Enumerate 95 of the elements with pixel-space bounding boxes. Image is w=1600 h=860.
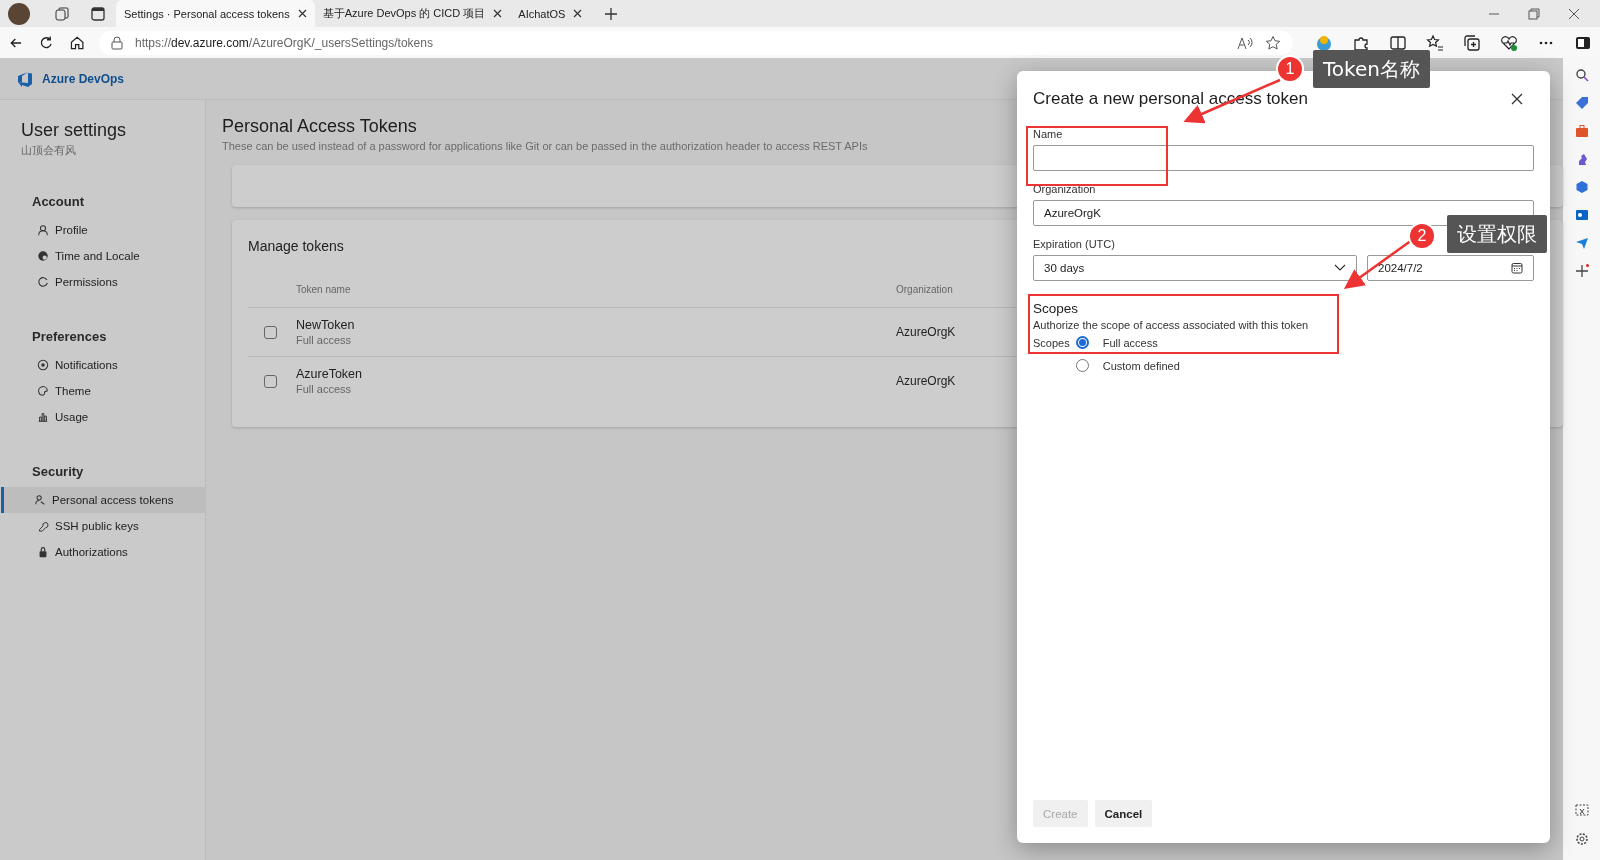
section-heading: Account — [32, 194, 85, 209]
favorite-star-icon[interactable] — [1265, 34, 1281, 51]
item-label: Theme — [55, 385, 91, 397]
close-tab-icon[interactable] — [493, 9, 503, 18]
item-label: Notifications — [55, 359, 118, 371]
section-description: Authorize the scope of access associated with this token — [1033, 319, 1310, 331]
mail-icon[interactable] — [1574, 208, 1589, 222]
item-label: Authorizations — [55, 546, 128, 558]
sidebar-item[interactable]: Permissions — [1, 269, 205, 295]
field-label: Organization — [1033, 183, 1097, 195]
item-label: SSH public keys — [55, 520, 139, 532]
sidebar-item[interactable]: Authorizations — [1, 539, 205, 565]
settings-icon[interactable] — [1574, 832, 1589, 846]
add-icon[interactable] — [1574, 264, 1589, 278]
tab-actions-icon[interactable] — [90, 5, 106, 22]
radio-option-label[interactable]: Full access — [1094, 336, 1534, 349]
sidebar-item[interactable]: Theme — [1, 378, 205, 404]
tag-icon[interactable] — [1574, 96, 1589, 110]
sidebar-item[interactable]: Personal access tokens — [1, 487, 205, 513]
lock-icon[interactable] — [111, 35, 123, 50]
column-header: Token name — [296, 284, 351, 295]
token-name: NewToken — [296, 318, 355, 332]
browser-tab[interactable]: AIchatOS — [510, 0, 591, 27]
item-label: Profile — [55, 224, 88, 236]
expiration-dropdown[interactable]: 30 days — [1033, 255, 1357, 281]
field-label: Expiration (UTC) — [1033, 238, 1116, 250]
health-icon[interactable] — [1500, 33, 1518, 52]
section-heading: Security — [32, 464, 85, 479]
sidebar-item[interactable]: Time and Locale — [1, 243, 205, 269]
item-label: Usage — [55, 411, 89, 423]
annotation-tooltip: Token名称 — [1313, 50, 1430, 88]
item-icon — [34, 494, 46, 506]
workspaces-icon[interactable] — [54, 5, 70, 22]
item-icon — [37, 520, 49, 532]
restore-icon[interactable] — [1528, 7, 1540, 20]
favorites-icon[interactable] — [1426, 33, 1444, 52]
close-tab-icon[interactable] — [573, 9, 583, 18]
close-tab-icon[interactable] — [297, 9, 307, 18]
item-label: Personal access tokens — [52, 494, 174, 506]
item-label: Permissions — [55, 276, 118, 288]
address-bar[interactable]: https://dev.azure.com/AzureOrgK/_usersSettings/tokens — [99, 30, 1293, 55]
card-title: Manage tokens — [248, 238, 344, 254]
step-number-badge: 1 — [1278, 57, 1302, 81]
collections-icon[interactable] — [1463, 33, 1481, 52]
sidebar-item[interactable]: Profile — [1, 217, 205, 243]
section-title: Scopes — [1033, 301, 1080, 316]
browser-tab[interactable]: Settings · Personal access tokens — [116, 0, 315, 27]
annotation-tooltip: 设置权限 — [1447, 215, 1547, 253]
column-header: Organization — [896, 284, 953, 295]
step-number-badge: 2 — [1410, 224, 1434, 248]
close-icon[interactable] — [1568, 7, 1580, 20]
new-tab-icon[interactable] — [604, 6, 619, 21]
table-cell: AzureOrgK — [896, 374, 956, 388]
read-aloud-icon[interactable] — [1237, 35, 1253, 50]
page-description: These can be used instead of a password for applications like Git or can be passed in the authorization header to access REST APIs — [222, 140, 868, 152]
item-icon — [37, 250, 49, 262]
chevron-down-icon — [1334, 264, 1346, 272]
hexagon-icon[interactable] — [1574, 180, 1589, 194]
item-icon — [37, 411, 49, 423]
row-checkbox[interactable] — [264, 325, 277, 339]
name-input-field[interactable] — [1033, 145, 1534, 171]
table-cell: AzureOrgK — [896, 325, 956, 339]
sidebar-title: User settings — [21, 120, 128, 141]
search-icon[interactable] — [1574, 68, 1589, 82]
sidebar-item[interactable]: Usage — [1, 404, 205, 430]
item-icon — [37, 359, 49, 371]
section-heading: Preferences — [32, 329, 108, 344]
split-screen-icon[interactable] — [1389, 33, 1407, 52]
profile-avatar[interactable] — [8, 2, 30, 25]
browser-tab[interactable]: 基于Azure DevOps 的 CICD 项目 — [314, 0, 511, 27]
item-icon — [37, 546, 49, 558]
row-checkbox[interactable] — [264, 374, 277, 388]
sidebar-item[interactable]: Notifications — [1, 352, 205, 378]
item-icon — [37, 224, 49, 236]
date-picker-field[interactable]: 2024/7/2 — [1367, 255, 1534, 281]
item-label: Time and Locale — [55, 250, 140, 262]
user-name: 山顶会有风 — [21, 143, 77, 158]
token-scope: Full access — [296, 334, 353, 346]
radio-option-label[interactable]: Custom defined — [1094, 359, 1534, 372]
close-icon[interactable] — [1510, 92, 1524, 106]
extension-icon[interactable] — [1315, 33, 1333, 52]
radio-button[interactable] — [1075, 336, 1089, 349]
item-icon — [37, 385, 49, 397]
cancel-button[interactable]: Cancel — [1094, 800, 1153, 827]
app-name[interactable]: Azure DevOps — [42, 71, 125, 86]
field-label: Scopes — [1033, 336, 1070, 349]
calendar-icon — [1511, 262, 1523, 274]
token-name: AzureToken — [296, 367, 362, 381]
screenshot-icon[interactable] — [1574, 804, 1589, 818]
field-label: Name — [1033, 128, 1064, 140]
sidebar-item[interactable]: SSH public keys — [1, 513, 205, 539]
item-icon — [37, 276, 49, 288]
briefcase-icon[interactable] — [1574, 124, 1589, 138]
token-scope: Full access — [296, 383, 353, 395]
page-title: Personal Access Tokens — [222, 116, 417, 137]
